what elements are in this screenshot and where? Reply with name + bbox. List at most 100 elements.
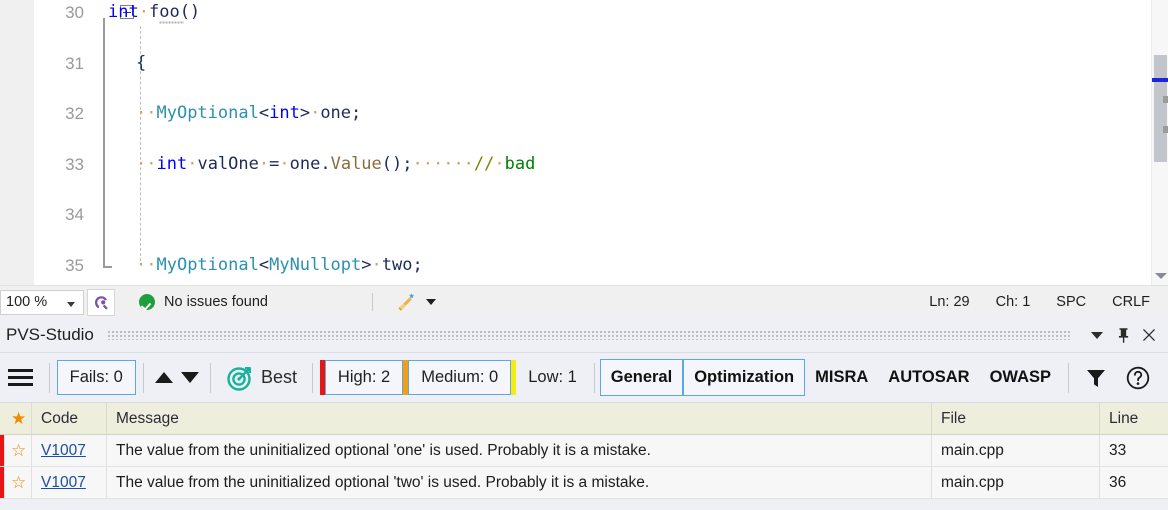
caret-status-group: Ln: 29 Ch: 1 SPC CRLF [929, 294, 1168, 310]
header-message[interactable]: Message [107, 403, 932, 434]
fails-button[interactable]: Fails: 0 [57, 360, 136, 395]
star-outline-icon: ☆ [11, 442, 26, 459]
intellisense-squiggle [159, 21, 184, 25]
previous-message-button[interactable] [151, 361, 177, 395]
issues-status[interactable]: No issues found [139, 294, 268, 310]
toolbar-divider [210, 363, 211, 393]
row-message-cell: The value from the uninitialized optiona… [107, 467, 932, 498]
filter-medium-button[interactable]: Medium: 0 [408, 360, 511, 395]
table-row[interactable]: ☆ V1007 The value from the uninitialized… [0, 435, 1168, 467]
filter-high-button[interactable]: High: 2 [325, 360, 403, 395]
target-best-icon [226, 364, 254, 392]
code-line-33[interactable]: 33 ··int·valOne·=·one.Value();······//·b… [0, 152, 1168, 177]
code-text: ··MyOptional<MyNullopt>·two; [136, 253, 423, 278]
filter-general-button[interactable]: General [600, 359, 683, 396]
code-editor[interactable]: 30 int·foo() 31 { 32 ··MyOptional<int>·o… [0, 0, 1168, 285]
star-outline-icon: ☆ [11, 474, 26, 491]
pvs-panel-title: PVS-Studio [0, 325, 94, 345]
status-indent-mode[interactable]: SPC [1056, 294, 1086, 310]
code-cleanup-control[interactable] [397, 292, 436, 312]
row-code-cell[interactable]: V1007 [32, 435, 107, 466]
toolbar-divider [594, 363, 595, 393]
header-line[interactable]: Line [1100, 403, 1168, 434]
arrow-down-icon [181, 372, 199, 383]
hamburger-menu-icon[interactable] [6, 361, 36, 395]
row-favorite-toggle[interactable]: ☆ [5, 467, 32, 498]
filter-settings-button[interactable] [1076, 361, 1116, 395]
line-number: 32 [0, 101, 84, 126]
help-button[interactable] [1116, 361, 1160, 395]
filter-autosar-button[interactable]: AUTOSAR [878, 359, 979, 396]
row-favorite-toggle[interactable]: ☆ [5, 435, 32, 466]
intellisense-head-icon[interactable] [87, 289, 115, 316]
row-file-cell: main.cpp [932, 467, 1100, 498]
question-mark-circle-icon [1125, 365, 1151, 391]
toolbar-divider [143, 363, 144, 393]
line-number: 35 [0, 253, 84, 278]
pin-icon[interactable] [1110, 322, 1136, 348]
pvs-panel-titlebar: PVS-Studio [0, 318, 1168, 353]
star-icon: ★ [11, 410, 26, 427]
editor-vertical-scrollbar[interactable] [1151, 0, 1168, 285]
best-label: Best [261, 367, 297, 388]
zoom-level-value: 100 % [1, 294, 47, 310]
line-number: 31 [0, 51, 84, 76]
row-message-cell: The value from the uninitialized optiona… [107, 435, 932, 466]
line-number: 33 [0, 152, 84, 177]
filter-owasp-button[interactable]: OWASP [980, 359, 1061, 396]
code-cleanup-broom-icon [397, 292, 419, 312]
line-number: 30 [0, 0, 84, 25]
toolbar-divider [312, 363, 313, 393]
row-file-cell: main.cpp [932, 435, 1100, 466]
code-line-35[interactable]: 35 ··MyOptional<MyNullopt>·two; [0, 253, 1168, 278]
code-line-30[interactable]: 30 int·foo() [0, 0, 1168, 25]
row-code-cell[interactable]: V1007 [32, 467, 107, 498]
diagnostic-code-link: V1007 [41, 474, 86, 492]
code-text: int·foo() [108, 0, 200, 25]
code-text: ··int·valOne·=·one.Value();······//·bad [136, 152, 535, 177]
line-number: 34 [0, 202, 84, 227]
diagnostic-code-link: V1007 [41, 442, 86, 460]
funnel-filter-icon [1084, 366, 1108, 390]
filter-misra-button[interactable]: MISRA [805, 359, 878, 396]
arrow-up-icon [155, 372, 173, 383]
table-row[interactable]: ☆ V1007 The value from the uninitialized… [0, 467, 1168, 499]
code-line-31[interactable]: 31 { [0, 51, 1168, 76]
chevron-down-icon[interactable] [67, 302, 75, 307]
scroll-caret-marker [1152, 78, 1168, 82]
toolbar-divider [49, 363, 50, 393]
editor-status-bar: 100 % No issues found Ln: 29 Ch: 1 SPC C… [0, 285, 1168, 318]
row-line-cell: 33 [1100, 435, 1168, 466]
panel-drag-grip[interactable] [108, 331, 1070, 340]
status-column-number: Ch: 1 [996, 294, 1031, 310]
filter-low-button[interactable]: Low: 1 [516, 360, 589, 395]
best-warnings-button[interactable]: Best [218, 364, 305, 392]
header-favorite[interactable]: ★ [5, 403, 32, 434]
scroll-change-marker [1163, 126, 1168, 133]
filter-optimization-button[interactable]: Optimization [683, 359, 805, 396]
code-line-32[interactable]: 32 ··MyOptional<int>·one; [0, 101, 1168, 126]
pvs-messages-grid[interactable]: ★ Code Message File Line ☆ V1007 The val… [0, 403, 1168, 499]
grid-header-row: ★ Code Message File Line [0, 403, 1168, 435]
row-line-cell: 36 [1100, 467, 1168, 498]
code-text: ··MyOptional<int>·one; [136, 101, 361, 126]
header-code[interactable]: Code [32, 403, 107, 434]
header-file[interactable]: File [932, 403, 1100, 434]
code-text: { [136, 51, 146, 76]
close-icon[interactable] [1136, 322, 1162, 348]
chevron-down-icon[interactable] [1084, 322, 1110, 348]
pvs-studio-panel: PVS-Studio Fails: 0 [0, 318, 1168, 510]
scroll-change-marker [1163, 96, 1168, 103]
issues-status-label: No issues found [164, 294, 268, 310]
next-message-button[interactable] [177, 361, 203, 395]
status-divider [372, 293, 373, 311]
green-check-icon [139, 294, 155, 310]
scrollbar-thumb[interactable] [1154, 55, 1167, 162]
status-line-endings[interactable]: CRLF [1112, 294, 1150, 310]
pvs-toolbar: Fails: 0 Best High: 2 Medium: 0 Low: 1 G… [0, 353, 1168, 403]
scroll-down-arrow-icon[interactable] [1155, 273, 1167, 279]
chevron-down-icon[interactable] [426, 299, 436, 305]
status-line-number: Ln: 29 [929, 294, 969, 310]
zoom-level-combobox[interactable]: 100 % [0, 290, 84, 315]
code-line-34[interactable]: 34 [0, 202, 1168, 227]
